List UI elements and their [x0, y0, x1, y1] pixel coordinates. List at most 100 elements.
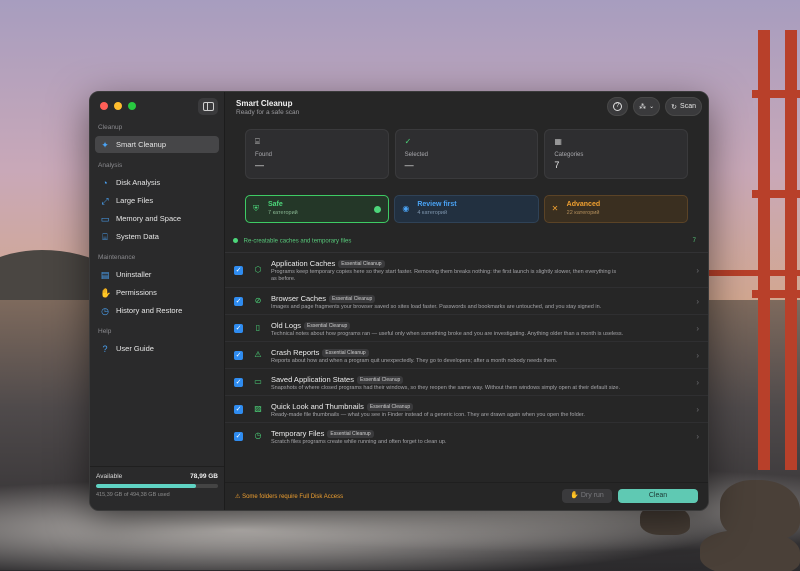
- sidebar-toggle-button[interactable]: [198, 98, 218, 115]
- list-item[interactable]: ✓ ▨ Quick Look and Thumbnails Essential C…: [225, 395, 708, 422]
- sidebar-item-label: History and Restore: [116, 306, 183, 315]
- minimize-window-button[interactable]: [114, 102, 122, 110]
- list-item[interactable]: ✓ ⚠ Crash Reports Essential Cleanup Repor…: [225, 341, 708, 368]
- stat-label: Found: [255, 152, 273, 158]
- document-icon: ▯: [255, 323, 261, 332]
- sidebar-item-memory-and-space[interactable]: ▭ Memory and Space: [95, 210, 219, 227]
- window-icon: ▭: [254, 377, 262, 386]
- tier-safe[interactable]: ⛨ Safe 7 категорий: [245, 195, 390, 223]
- dry-run-label: Dry run: [580, 492, 604, 499]
- large-files-icon: ⤢: [101, 195, 109, 206]
- tier-review-first[interactable]: ◉ Review first 4 категорий: [394, 195, 539, 223]
- sidebar-icon: [202, 102, 214, 111]
- clean-button[interactable]: Clean: [618, 489, 698, 503]
- item-checkbox[interactable]: ✓: [234, 378, 243, 387]
- stats-row: ⌸ Found — ✓ Selected — ▦ Categories 7: [245, 129, 689, 179]
- zoom-window-button[interactable]: [128, 102, 136, 110]
- scan-button[interactable]: ↻ Scan: [665, 97, 702, 116]
- sidebar-item-large-files[interactable]: ⤢ Large Files: [95, 192, 219, 209]
- item-title: Crash Reports: [271, 348, 320, 357]
- stat-label: Categories: [554, 152, 584, 158]
- sidebar-item-user-guide[interactable]: ? User Guide: [95, 340, 219, 357]
- item-description-cont: as before.: [271, 276, 296, 282]
- chevron-right-icon[interactable]: ›: [696, 378, 699, 387]
- storage-summary: Available 78,99 GB 415,39 GB of 494,38 G…: [90, 466, 224, 510]
- disk-access-warning[interactable]: ⚠ Some folders require Full Disk Access: [235, 493, 343, 500]
- hand-icon: ✋: [570, 492, 579, 499]
- close-window-button[interactable]: [100, 102, 108, 110]
- eye-icon: ◉: [402, 204, 410, 213]
- storage-bar: [96, 484, 218, 488]
- dry-run-button[interactable]: ✋ Dry run: [562, 489, 612, 503]
- sidebar-item-label: Memory and Space: [116, 214, 182, 223]
- sidebar-item-label: Disk Analysis: [116, 178, 161, 187]
- sidebar-item-system-data[interactable]: ⌸ System Data: [95, 228, 219, 245]
- item-description: Technical notes about how programs ran —…: [271, 331, 624, 337]
- footer-bar: ⚠ Some folders require Full Disk Access …: [225, 482, 708, 510]
- stat-value: —: [404, 160, 414, 170]
- sidebar-item-disk-analysis[interactable]: ◔ Disk Analysis: [95, 174, 219, 191]
- item-checkbox[interactable]: ✓: [234, 351, 243, 360]
- magic-wand-menu-button[interactable]: ⁂ ⌄: [633, 97, 661, 116]
- grid-icon: ▦: [554, 137, 562, 146]
- sidebar-item-label: System Data: [116, 232, 159, 241]
- list-item[interactable]: ✓ ▯ Old Logs Essential Cleanup Technical …: [225, 314, 708, 341]
- tier-subtitle: 4 категорий: [417, 210, 448, 216]
- sidebar-item-label: User Guide: [116, 344, 154, 353]
- sidebar-item-permissions[interactable]: ✋ Permissions: [95, 284, 219, 301]
- item-title: Application Caches: [271, 259, 336, 268]
- sidebar-item-label: Uninstaller: [116, 270, 152, 279]
- sidebar-item-history-and-restore[interactable]: ◷ History and Restore: [95, 302, 219, 319]
- help-button[interactable]: ?: [607, 97, 629, 116]
- sidebar-item-smart-cleanup[interactable]: ✦ Smart Cleanup: [95, 136, 219, 153]
- section-title-help: Help: [98, 328, 112, 335]
- item-title: Quick Look and Thumbnails: [271, 402, 364, 411]
- sidebar-item-label: Permissions: [116, 288, 157, 297]
- warning-icon: ⚠: [235, 494, 241, 500]
- list-item[interactable]: ✓ ⊘ Browser Caches Essential Cleanup Imag…: [225, 287, 708, 314]
- drive-icon: ⌸: [255, 137, 260, 146]
- item-description: Reports about how and when a program qui…: [271, 358, 558, 364]
- list-item[interactable]: ✓ ◷ Temporary Files Essential Cleanup Scr…: [225, 422, 708, 449]
- refresh-icon: ↻: [671, 103, 678, 111]
- list-item[interactable]: ✓ ▭ Saved Application States Essential Cl…: [225, 368, 708, 395]
- item-checkbox[interactable]: ✓: [234, 297, 243, 306]
- storage-used-text: 415,39 GB of 494,38 GB used: [96, 492, 170, 498]
- stat-label: Selected: [404, 152, 429, 158]
- chevron-right-icon[interactable]: ›: [696, 405, 699, 414]
- tier-title: Advanced: [566, 201, 601, 208]
- item-checkbox[interactable]: ✓: [234, 405, 243, 414]
- shield-check-icon: ⛨: [253, 204, 259, 213]
- app-window: Cleanup ✦ Smart Cleanup Analysis ◔ Disk …: [89, 91, 709, 511]
- section-title-analysis: Analysis: [98, 162, 123, 169]
- tier-advanced[interactable]: ✕ Advanced 22 категорий: [543, 195, 688, 223]
- item-description: Ready-made file thumbnails — what you se…: [271, 412, 585, 418]
- item-checkbox[interactable]: ✓: [234, 432, 243, 441]
- tier-subtitle: 7 категорий: [268, 210, 298, 216]
- chevron-right-icon[interactable]: ›: [696, 266, 699, 275]
- window-controls: [100, 102, 136, 110]
- item-checkbox[interactable]: ✓: [234, 324, 243, 333]
- item-checkbox[interactable]: ✓: [234, 266, 243, 275]
- check-circle-icon: ✓: [404, 137, 412, 146]
- image-icon: ▨: [254, 404, 262, 413]
- list-count: 7: [692, 238, 696, 244]
- compass-icon: ⊘: [254, 296, 262, 305]
- list-heading-text: Re-creatable caches and temporary files: [243, 238, 352, 245]
- chevron-right-icon[interactable]: ›: [696, 351, 699, 360]
- sidebar-item-uninstaller[interactable]: ▤ Uninstaller: [95, 266, 219, 283]
- chevron-right-icon[interactable]: ›: [696, 324, 699, 333]
- item-description: Images and page fragments your browser s…: [271, 304, 602, 310]
- sidebar-item-label: Smart Cleanup: [116, 140, 167, 149]
- chevron-right-icon[interactable]: ›: [696, 432, 699, 441]
- tier-title: Safe: [268, 201, 283, 208]
- pie-chart-icon: ◔: [102, 177, 108, 188]
- storage-bar-fill: [96, 484, 197, 488]
- item-badge: Essential Cleanup: [322, 349, 369, 357]
- stat-selected: ✓ Selected —: [394, 129, 539, 179]
- chevron-right-icon[interactable]: ›: [696, 297, 699, 306]
- list-item[interactable]: ✓ ⬡ Application Caches Essential Cleanup …: [225, 252, 708, 287]
- item-description: Scratch files programs create while runn…: [271, 439, 447, 445]
- tier-title: Review first: [417, 201, 457, 208]
- header: Smart Cleanup Ready for a safe scan ? ⁂ …: [225, 92, 708, 126]
